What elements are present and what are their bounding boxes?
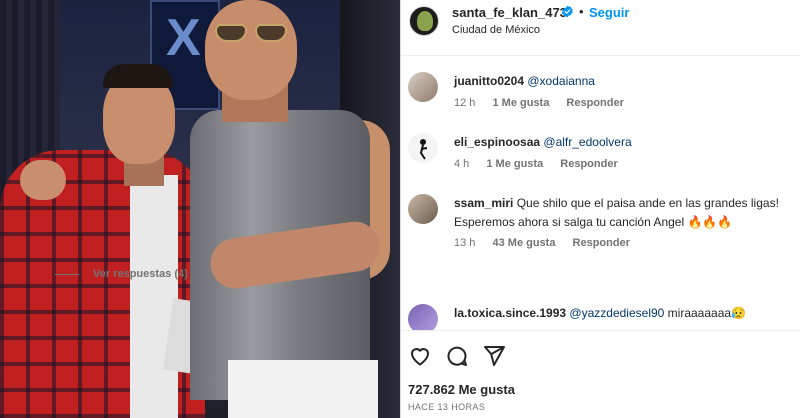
- comment-mention[interactable]: @xodaianna: [527, 74, 595, 88]
- view-replies-label: Ver respuestas (4): [93, 268, 188, 280]
- comment-meta: 4 h 1 Me gusta Responder: [454, 158, 632, 170]
- post-actions: 727.862 Me gusta HACE 13 HORAS: [401, 330, 800, 418]
- comment-mention[interactable]: @yazzdediesel90: [569, 306, 664, 320]
- comment-item: ssam_miri Que shilo que el paisa ande en…: [401, 194, 800, 256]
- author-username[interactable]: santa_fe_klan_473: [452, 5, 567, 20]
- comment-meta: 13 h 43 Me gusta Responder: [454, 237, 644, 249]
- comment-time: 4 h: [454, 158, 470, 170]
- comment-mention[interactable]: @alfr_edoolvera: [543, 135, 631, 149]
- comment-body-2: Esperemos ahora si salga tu canción Ange…: [454, 215, 733, 229]
- commenter-username[interactable]: ssam_miri: [454, 196, 513, 210]
- comment-text: ssam_miri Que shilo que el paisa ande en…: [454, 194, 779, 213]
- white-tee: [130, 175, 178, 418]
- comment-time: 12 h: [454, 97, 476, 109]
- comment-text: eli_espinoosaa @alfr_edoolvera: [454, 133, 632, 152]
- follow-button[interactable]: Seguir: [589, 5, 629, 20]
- person-right-head: [205, 0, 297, 100]
- post-header: santa_fe_klan_473 • Seguir Ciudad de Méx…: [401, 0, 800, 56]
- avatar-figure-icon: [419, 139, 428, 160]
- sign-x-logo: X: [166, 9, 201, 67]
- commenter-username[interactable]: la.toxica.since.1993: [454, 306, 566, 320]
- person-left-hair: [103, 64, 173, 88]
- author-avatar[interactable]: [409, 6, 439, 36]
- post-location[interactable]: Ciudad de México: [452, 24, 540, 36]
- verified-badge-icon: [562, 5, 573, 18]
- comment-item: juanitto0204 @xodaianna 12 h 1 Me gusta …: [401, 72, 800, 122]
- sunglasses: [215, 24, 287, 44]
- post-time: HACE 13 HORAS: [408, 402, 486, 412]
- comment-likes[interactable]: 1 Me gusta: [492, 97, 549, 109]
- view-replies-button[interactable]: Ver respuestas (4): [55, 268, 188, 280]
- commenter-avatar[interactable]: [408, 72, 438, 102]
- comment-body: Que shilo que el paisa ande en las grand…: [516, 196, 779, 210]
- comment-item: la.toxica.since.1993 @yazzdediesel90 mir…: [401, 304, 800, 334]
- commenter-avatar[interactable]: [408, 133, 438, 163]
- replies-line: [55, 273, 79, 275]
- comment-body: miraaaaaaa😥: [667, 306, 746, 320]
- reply-button[interactable]: Responder: [573, 237, 630, 249]
- person-left-hand: [20, 160, 66, 200]
- comment-text: juanitto0204 @xodaianna: [454, 72, 595, 91]
- comment-text-line2: Esperemos ahora si salga tu canción Ange…: [454, 213, 732, 232]
- comment-icon[interactable]: [445, 344, 469, 368]
- separator-dot: •: [579, 4, 584, 19]
- reply-button[interactable]: Responder: [566, 97, 623, 109]
- comment-likes[interactable]: 1 Me gusta: [486, 158, 543, 170]
- comment-time: 13 h: [454, 237, 476, 249]
- comment-text: la.toxica.since.1993 @yazzdediesel90 mir…: [454, 304, 746, 323]
- heart-icon[interactable]: [408, 344, 432, 368]
- commenter-username[interactable]: eli_espinoosaa: [454, 135, 540, 149]
- reply-button[interactable]: Responder: [560, 158, 617, 170]
- post-photo[interactable]: X: [0, 0, 400, 418]
- commenter-username[interactable]: juanitto0204: [454, 74, 524, 88]
- commenter-avatar[interactable]: [408, 194, 438, 224]
- like-count[interactable]: 727.862 Me gusta: [408, 382, 515, 397]
- share-icon[interactable]: [482, 344, 506, 368]
- comment-likes[interactable]: 43 Me gusta: [492, 237, 555, 249]
- white-pants: [228, 360, 378, 418]
- comment-item: eli_espinoosaa @alfr_edoolvera 4 h 1 Me …: [401, 133, 800, 183]
- comment-meta: 12 h 1 Me gusta Responder: [454, 97, 638, 109]
